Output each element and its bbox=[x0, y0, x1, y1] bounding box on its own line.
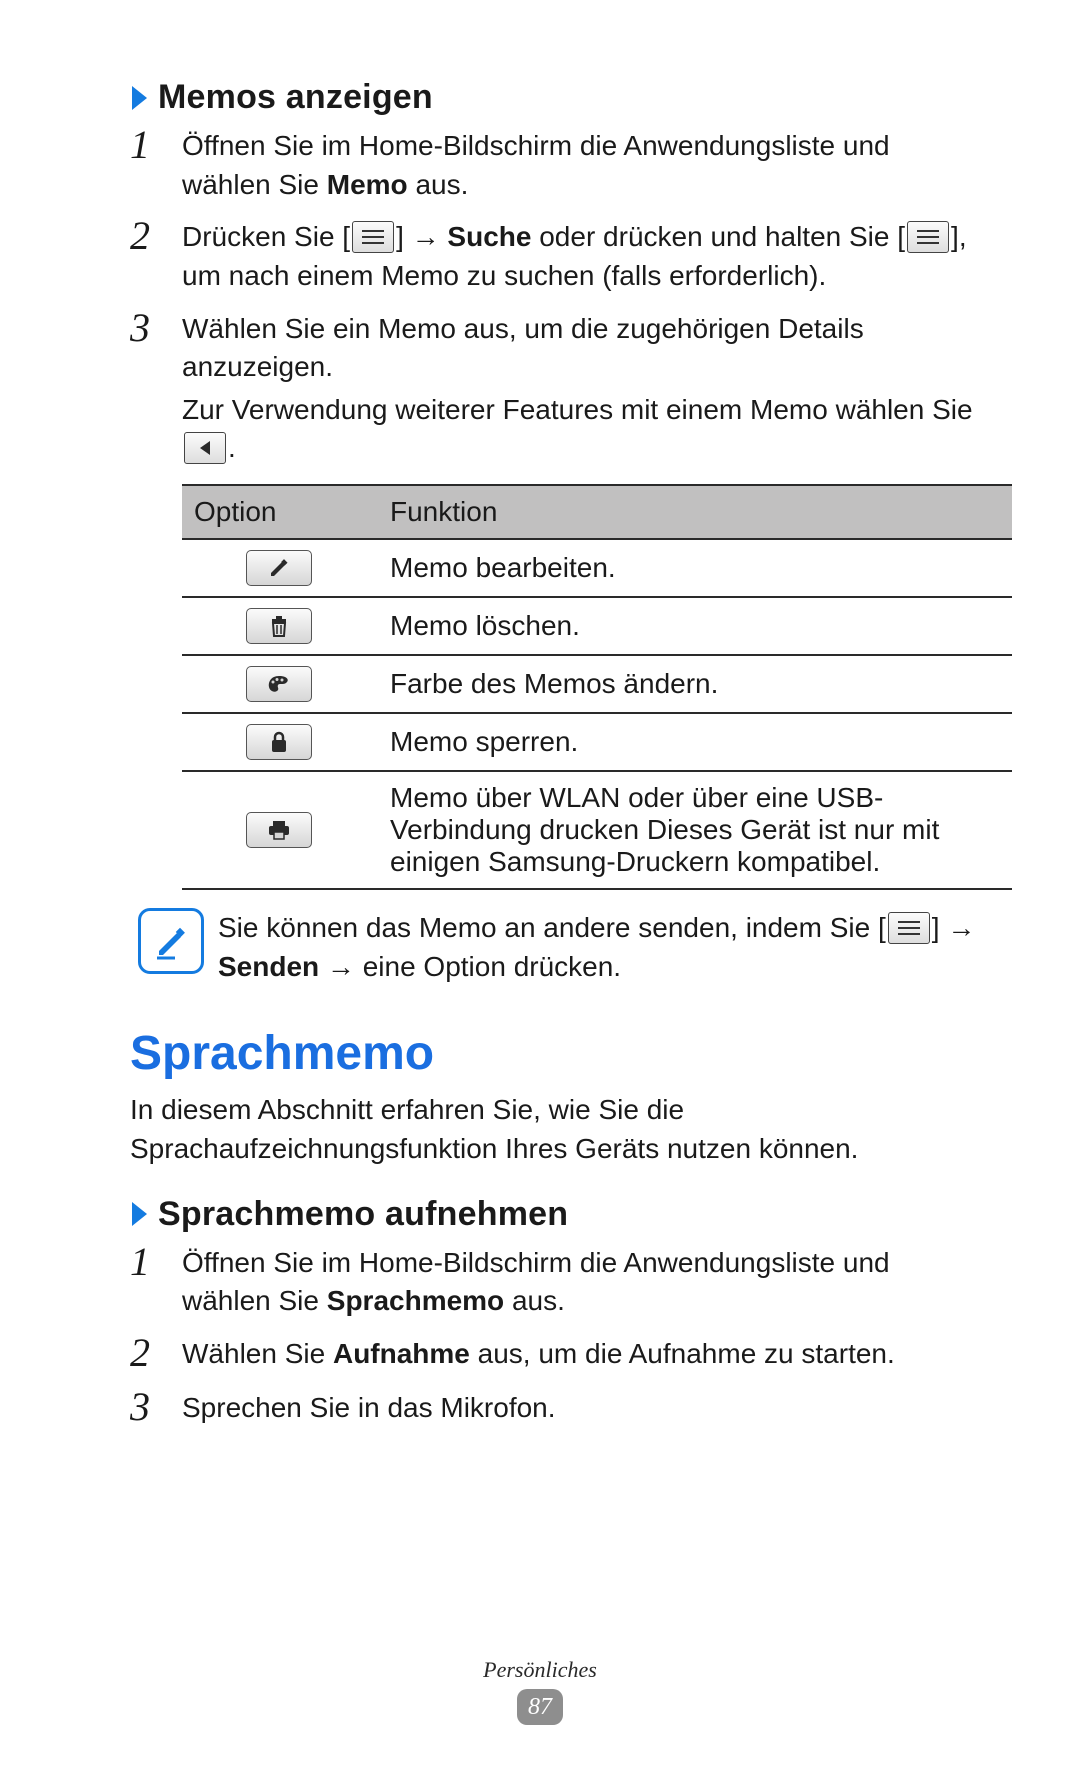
step-number: 2 bbox=[130, 216, 182, 256]
text: ] → bbox=[932, 912, 976, 943]
printer-icon bbox=[246, 812, 312, 848]
manual-page: Memos anzeigen 1 Öffnen Sie im Home-Bild… bbox=[0, 0, 1080, 1771]
note-text: Sie können das Memo an andere senden, in… bbox=[218, 908, 975, 986]
step-body: Öffnen Sie im Home-Bildschirm die Anwend… bbox=[182, 1244, 985, 1321]
text: Wählen Sie bbox=[182, 1338, 333, 1369]
text: → eine Option drücken. bbox=[319, 951, 621, 982]
step-number: 2 bbox=[130, 1333, 182, 1373]
step-number: 1 bbox=[130, 1242, 182, 1282]
table-row: Memo löschen. bbox=[182, 597, 1012, 655]
step-body: Sprechen Sie in das Mikrofon. bbox=[182, 1389, 985, 1428]
chevron-right-icon bbox=[130, 83, 150, 113]
menu-button-icon bbox=[352, 221, 394, 253]
text: aus, um die Aufnahme zu starten. bbox=[470, 1338, 895, 1369]
step-3: 3 Sprechen Sie in das Mikrofon. bbox=[130, 1389, 985, 1429]
text: Sie können das Memo an andere senden, in… bbox=[218, 912, 886, 943]
option-cell bbox=[182, 713, 378, 771]
funktion-cell: Memo bearbeiten. bbox=[378, 539, 1012, 597]
menu-button-icon bbox=[888, 912, 930, 944]
step-body: Öffnen Sie im Home-Bildschirm die Anwend… bbox=[182, 127, 985, 204]
text: aus. bbox=[408, 169, 469, 200]
lock-icon bbox=[246, 724, 312, 760]
steps-memos-anzeigen: 1 Öffnen Sie im Home-Bildschirm die Anwe… bbox=[130, 127, 985, 387]
page-footer: Persönliches 87 bbox=[0, 1657, 1080, 1725]
steps-sprachmemo: 1 Öffnen Sie im Home-Bildschirm die Anwe… bbox=[130, 1244, 985, 1429]
palette-icon bbox=[246, 666, 312, 702]
step-body: Wählen Sie Aufnahme aus, um die Aufnahme… bbox=[182, 1335, 985, 1374]
table-row: Farbe des Memos ändern. bbox=[182, 655, 1012, 713]
text: Wählen Sie ein Memo aus, um die zugehöri… bbox=[182, 313, 864, 383]
table-row: Memo über WLAN oder über eine USB-Verbin… bbox=[182, 771, 1012, 889]
step-1: 1 Öffnen Sie im Home-Bildschirm die Anwe… bbox=[130, 1244, 985, 1321]
table-row: Memo sperren. bbox=[182, 713, 1012, 771]
funktion-cell: Memo löschen. bbox=[378, 597, 1012, 655]
step-body: Wählen Sie ein Memo aus, um die zugehöri… bbox=[182, 310, 985, 387]
section-intro: In diesem Abschnitt erfahren Sie, wie Si… bbox=[130, 1091, 985, 1168]
text: oder drücken und halten Sie [ bbox=[531, 221, 905, 252]
step-1: 1 Öffnen Sie im Home-Bildschirm die Anwe… bbox=[130, 127, 985, 204]
text: Öffnen Sie im Home-Bildschirm die Anwend… bbox=[182, 130, 890, 200]
th-funktion: Funktion bbox=[378, 485, 1012, 539]
subheading-text: Memos anzeigen bbox=[158, 78, 433, 117]
text: aus. bbox=[504, 1285, 565, 1316]
text-bold: Suche bbox=[447, 221, 531, 252]
text-bold: Memo bbox=[327, 169, 408, 200]
subheading-text: Sprachmemo aufnehmen bbox=[158, 1195, 568, 1234]
section-heading-sprachmemo: Sprachmemo bbox=[130, 1026, 985, 1081]
table-header-row: Option Funktion bbox=[182, 485, 1012, 539]
options-table: Option Funktion Memo bearbeiten. bbox=[182, 484, 1012, 890]
funktion-cell: Farbe des Memos ändern. bbox=[378, 655, 1012, 713]
step-number: 3 bbox=[130, 1387, 182, 1427]
back-triangle-icon bbox=[184, 432, 226, 464]
option-cell bbox=[182, 539, 378, 597]
option-cell bbox=[182, 771, 378, 889]
page-number: 87 bbox=[517, 1689, 563, 1725]
note-box: Sie können das Memo an andere senden, in… bbox=[138, 908, 985, 986]
th-option: Option bbox=[182, 485, 378, 539]
subheading-memos-anzeigen: Memos anzeigen bbox=[130, 78, 985, 117]
step-number: 1 bbox=[130, 125, 182, 165]
funktion-cell: Memo über WLAN oder über eine USB-Verbin… bbox=[378, 771, 1012, 889]
step-3: 3 Wählen Sie ein Memo aus, um die zugehö… bbox=[130, 310, 985, 387]
text-bold: Sprachmemo bbox=[327, 1285, 504, 1316]
funktion-cell: Memo sperren. bbox=[378, 713, 1012, 771]
step-2: 2 Wählen Sie Aufnahme aus, um die Aufnah… bbox=[130, 1335, 985, 1375]
subheading-sprachmemo-aufnehmen: Sprachmemo aufnehmen bbox=[130, 1195, 985, 1234]
text: . bbox=[228, 432, 236, 463]
option-cell bbox=[182, 597, 378, 655]
table-row: Memo bearbeiten. bbox=[182, 539, 1012, 597]
step-body: Drücken Sie [ ] → Suche oder drücken und … bbox=[182, 218, 985, 295]
text-bold: Senden bbox=[218, 951, 319, 982]
edit-icon bbox=[246, 550, 312, 586]
text: ] → bbox=[396, 221, 447, 252]
text: Zur Verwendung weiterer Features mit ein… bbox=[182, 394, 973, 425]
option-cell bbox=[182, 655, 378, 713]
text: Drücken Sie [ bbox=[182, 221, 350, 252]
chevron-right-icon bbox=[130, 1199, 150, 1229]
step-number: 3 bbox=[130, 308, 182, 348]
footer-category: Persönliches bbox=[0, 1657, 1080, 1683]
note-badge-icon bbox=[138, 908, 204, 974]
trash-icon bbox=[246, 608, 312, 644]
step-2: 2 Drücken Sie [ ] → Suche oder drücken un… bbox=[130, 218, 985, 295]
menu-button-icon bbox=[907, 221, 949, 253]
text-bold: Aufnahme bbox=[333, 1338, 470, 1369]
step-3-extra: Zur Verwendung weiterer Features mit ein… bbox=[182, 391, 985, 468]
